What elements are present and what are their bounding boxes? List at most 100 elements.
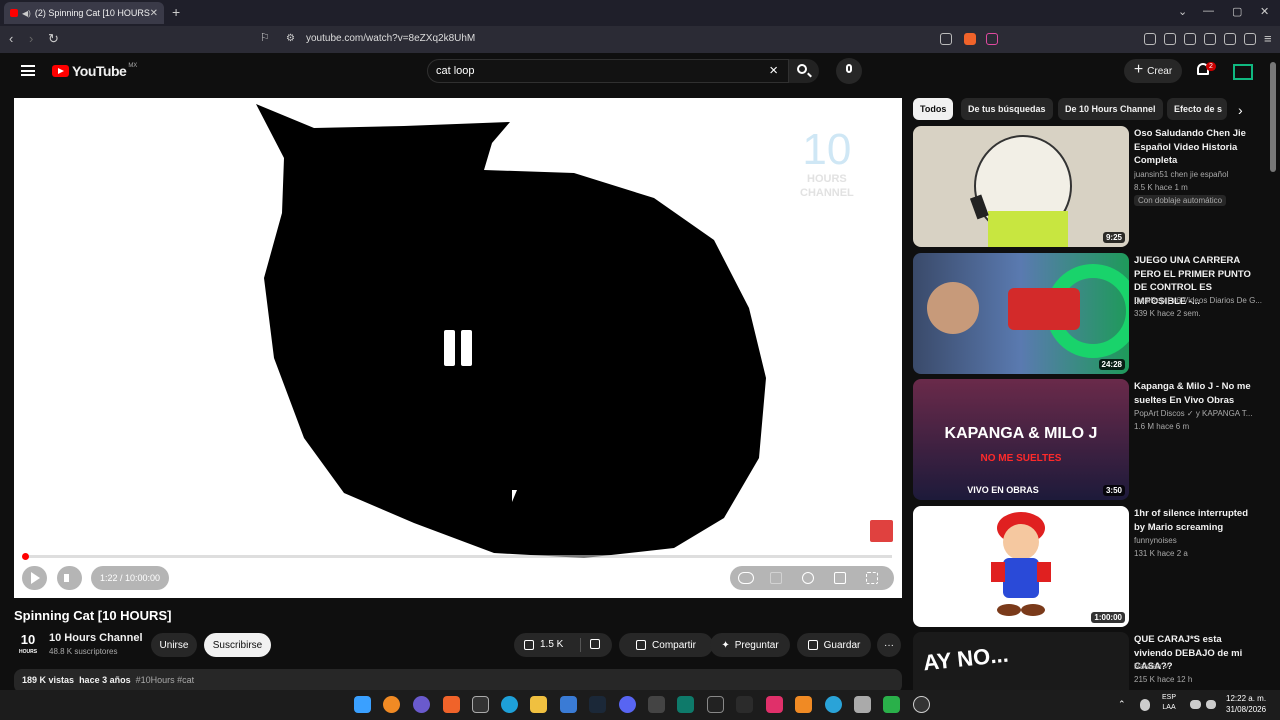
recommendation-item[interactable]: 9:25 Oso Saludando Chen Jie Español Vide… <box>913 126 1268 248</box>
app-orange-icon[interactable] <box>795 696 812 713</box>
music-icon[interactable] <box>1164 33 1176 45</box>
leo-icon[interactable] <box>1224 33 1236 45</box>
search-input[interactable]: cat loop × <box>427 59 789 83</box>
reload-icon[interactable]: ↻ <box>48 31 59 47</box>
discord-icon[interactable] <box>619 696 636 713</box>
video-thumbnail[interactable]: KAPANGA & MILO J NO ME SUELTES VIVO EN O… <box>913 379 1129 500</box>
join-button[interactable]: Unirse <box>151 633 197 657</box>
recommendation-title[interactable]: 1hr of silence interrupted by Mario scre… <box>1134 507 1260 534</box>
forward-icon[interactable]: › <box>29 31 33 46</box>
site-info-icon[interactable]: ⚙ <box>286 33 295 44</box>
steam-icon[interactable] <box>589 696 606 713</box>
channel-name[interactable]: 10 Hours Channel <box>49 632 143 644</box>
blender-icon[interactable] <box>383 696 400 713</box>
terminal-icon[interactable] <box>677 696 694 713</box>
ask-button[interactable]: ✦ Preguntar <box>710 633 790 657</box>
start-menu-icon[interactable] <box>354 696 371 713</box>
recommendation-item[interactable]: 24:28 JUEGO UNA CARRERA PERO EL PRIMER P… <box>913 253 1268 375</box>
url-field[interactable]: youtube.com/watch?v=8eZXq2k8UhM <box>306 33 475 44</box>
settings-gear-icon[interactable] <box>802 572 814 584</box>
sidebar-icon[interactable] <box>1184 33 1196 45</box>
edge-icon[interactable] <box>501 696 518 713</box>
clock[interactable]: 12:22 a. m. 31/08/2026 <box>1226 693 1266 715</box>
recommendation-title[interactable]: Kapanga & Milo J - No me sueltes En Vivo… <box>1134 380 1260 407</box>
recommendation-channel[interactable]: funnynoises <box>1134 536 1262 545</box>
browser-tab[interactable]: ◀) (2) Spinning Cat [10 HOURS] ✕ <box>4 2 164 24</box>
chip-efecto-de[interactable]: Efecto de s <box>1167 98 1227 120</box>
fullscreen-icon[interactable] <box>866 572 878 584</box>
chatgpt-icon[interactable] <box>913 696 930 713</box>
save-button[interactable]: Guardar <box>797 633 871 657</box>
chevron-right-icon[interactable]: › <box>1238 102 1243 118</box>
pause-icon[interactable] <box>444 330 474 366</box>
like-button[interactable]: 1.5 K <box>524 639 563 650</box>
video-thumbnail[interactable]: 1:00:00 <box>913 506 1129 627</box>
miniplayer-icon[interactable] <box>834 572 846 584</box>
wallet-icon[interactable] <box>1204 33 1216 45</box>
subscribe-button[interactable]: Suscribirse <box>204 633 271 657</box>
chip-de-10-hours-channel[interactable]: De 10 Hours Channel <box>1058 98 1163 120</box>
input-language[interactable]: ESP LAA <box>1162 693 1176 713</box>
back-icon[interactable]: ‹ <box>9 31 13 46</box>
maximize-icon[interactable]: ▢ <box>1232 5 1242 18</box>
recommendation-channel[interactable]: juansin51 chen jie español <box>1134 170 1262 179</box>
page-scrollbar[interactable] <box>1270 62 1276 172</box>
autoplay-toggle-icon[interactable] <box>738 572 754 584</box>
channel-avatar[interactable]: 10 HOURS <box>14 631 42 657</box>
controller-icon[interactable] <box>648 696 665 713</box>
search-button[interactable] <box>789 59 819 83</box>
epic-games-icon[interactable] <box>707 696 724 713</box>
voice-search-button[interactable] <box>836 58 862 84</box>
video-thumbnail[interactable]: 9:25 <box>913 126 1129 247</box>
minimize-icon[interactable]: — <box>1203 5 1214 17</box>
speaker-icon[interactable]: ◀) <box>22 9 31 18</box>
app-icon[interactable] <box>736 696 753 713</box>
github-icon[interactable] <box>472 696 489 713</box>
more-actions-icon[interactable]: ··· <box>877 633 901 657</box>
chip-de-tus-busquedas[interactable]: De tus búsquedas <box>961 98 1053 120</box>
subtitles-icon[interactable] <box>770 572 782 584</box>
share-button[interactable]: Compartir <box>619 633 713 657</box>
progress-scrubber[interactable] <box>22 553 29 560</box>
recommendation-channel[interactable]: Natalan ✓ <box>1134 662 1262 671</box>
bookmark-icon[interactable]: ⚐ <box>260 31 270 44</box>
tray-mic-icon[interactable] <box>1140 699 1150 711</box>
tray-chevron-icon[interactable]: ⌃ <box>1118 699 1128 709</box>
network-icon[interactable] <box>1190 700 1201 709</box>
progress-bar[interactable] <box>24 555 892 558</box>
brave-taskbar-icon[interactable] <box>443 696 460 713</box>
recommendation-item[interactable]: AY NO... QUE CARAJ*S esta viviendo DEBAJ… <box>913 632 1268 690</box>
create-button[interactable]: + Crear <box>1124 59 1182 83</box>
vpn-icon[interactable] <box>1244 33 1256 45</box>
play-button[interactable] <box>22 566 47 590</box>
app-gray-icon[interactable] <box>854 696 871 713</box>
dislike-button[interactable] <box>590 639 606 652</box>
close-window-icon[interactable]: ✕ <box>1260 5 1269 18</box>
subscribe-watermark-icon[interactable] <box>870 520 893 542</box>
app-blue-icon[interactable] <box>825 696 842 713</box>
volume-tray-icon[interactable] <box>1206 700 1216 709</box>
volume-button[interactable] <box>57 566 82 590</box>
recommendation-channel[interactable]: PopArt Discos ✓ y KAPANGA T... <box>1134 409 1262 418</box>
app-green-icon[interactable] <box>883 696 900 713</box>
extensions-icon[interactable] <box>1144 33 1156 45</box>
cast-icon[interactable] <box>940 33 952 45</box>
browser-menu-icon[interactable]: ≡ <box>1264 31 1272 46</box>
hamburger-menu-icon[interactable] <box>21 65 35 76</box>
account-avatar[interactable] <box>1233 64 1253 80</box>
video-player[interactable]: 10 HOURS CHANNEL 1:22 / 10:00:00 <box>14 98 902 598</box>
recommendation-item[interactable]: 1:00:00 1hr of silence interrupted by Ma… <box>913 506 1268 628</box>
chip-todos[interactable]: Todos <box>913 98 954 120</box>
clear-search-icon[interactable]: × <box>769 62 778 79</box>
brave-rewards-icon[interactable] <box>986 33 998 45</box>
recommendation-item[interactable]: KAPANGA & MILO J NO ME SUELTES VIVO EN O… <box>913 379 1268 501</box>
video-thumbnail[interactable]: 24:28 <box>913 253 1129 374</box>
search-query[interactable]: cat loop <box>436 65 475 77</box>
browser-app-icon[interactable] <box>413 696 430 713</box>
recommendation-title[interactable]: Oso Saludando Chen Jie Español Video His… <box>1134 127 1260 168</box>
recommendation-channel[interactable]: DaniRep | +6 Videos Diarios De G... <box>1134 296 1262 305</box>
youtube-logo[interactable]: YouTube MX <box>52 63 137 79</box>
close-tab-icon[interactable]: ✕ <box>150 8 158 19</box>
brave-shield-icon[interactable] <box>964 33 976 45</box>
video-thumbnail[interactable]: AY NO... <box>913 632 1129 690</box>
